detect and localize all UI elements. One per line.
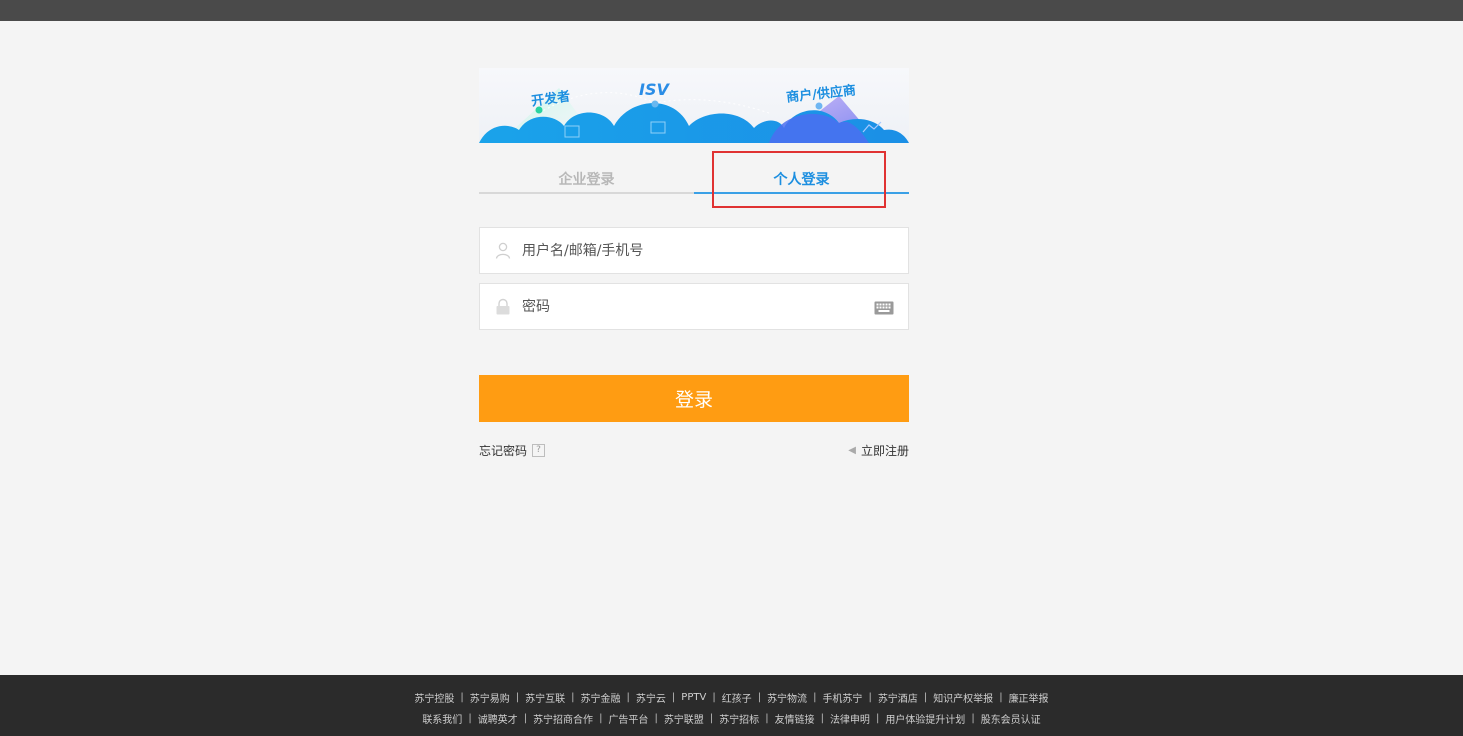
footer-separator: | [654,712,658,724]
footer-link[interactable]: 苏宁招标 [719,711,759,726]
top-bar [0,0,1463,21]
banner-illustration: 开发者 ISV 商户/供应商 [479,68,909,143]
footer-link[interactable]: 法律申明 [830,711,870,726]
login-tabs: 企业登录 个人登录 [479,151,909,208]
footer-link[interactable]: 股东会员认证 [981,711,1041,726]
forgot-password-label: 忘记密码 [479,444,528,458]
arrow-left-icon: ◀ [848,445,856,456]
tab-enterprise-login[interactable]: 企业登录 [479,171,694,194]
footer-separator: | [571,691,575,703]
footer-separator: | [523,712,528,724]
login-links: 忘记密码 ? ◀ 立即注册 [479,442,909,459]
register-link[interactable]: ◀ 立即注册 [848,442,909,459]
banner-label-isv: ISV [639,80,669,99]
login-panel: 开发者 ISV 商户/供应商 企业登录 个人登录 用户名/邮箱/手机号 登录 忘… [479,68,909,459]
footer-link[interactable]: 苏宁物流 [767,690,807,705]
footer-link[interactable]: 苏宁互联 [525,690,565,705]
footer-link[interactable]: 苏宁云 [636,690,666,705]
footer-link[interactable]: 红孩子 [722,690,752,705]
username-field[interactable] [479,227,909,274]
footer-separator: | [757,691,762,703]
footer-link[interactable]: 友情链接 [775,711,815,726]
footer-separator: | [468,712,472,724]
forgot-password-link[interactable]: 忘记密码 ? [479,442,546,459]
footer-separator: | [626,691,630,703]
footer-link[interactable]: 诚聘英才 [478,711,518,726]
login-button[interactable]: 登录 [479,375,909,422]
footer-separator: | [671,691,676,703]
lock-icon [494,298,512,316]
footer-link[interactable]: 联系我们 [422,711,462,726]
footer-separator: | [971,712,975,724]
footer-separator: | [875,712,880,724]
tab-personal-login[interactable]: 个人登录 [694,171,909,194]
footer-links-row-1: 苏宁控股 | 苏宁易购 | 苏宁互联 | 苏宁金融 | 苏宁云 | PPTV | 红孩子 | … [0,690,1463,705]
footer: 苏宁控股 | 苏宁易购 | 苏宁互联 | 苏宁金融 | 苏宁云 | PPTV | 红孩子 | … [0,675,1463,736]
keyboard-icon[interactable] [874,300,894,314]
footer-separator: | [820,712,824,724]
footer-links-row-2: 联系我们 | 诚聘英才 | 苏宁招商合作 | 广告平台 | 苏宁联盟 | 苏宁招标 | 友情… [0,711,1463,726]
footer-separator: | [813,691,817,703]
help-icon[interactable]: ? [532,444,546,457]
footer-separator: | [709,712,714,724]
footer-separator: | [712,691,716,703]
password-input[interactable] [522,284,874,329]
register-label: 立即注册 [860,444,909,458]
footer-separator: | [999,691,1003,703]
password-field[interactable] [479,283,909,330]
footer-separator: | [868,691,872,703]
footer-link[interactable]: 手机苏宁 [822,690,862,705]
footer-separator: | [599,712,603,724]
footer-separator: | [515,691,520,703]
footer-link[interactable]: 苏宁控股 [414,690,454,705]
footer-separator: | [765,712,769,724]
username-input[interactable] [522,228,908,273]
footer-link[interactable]: 廉正举报 [1009,690,1049,705]
footer-link[interactable]: 苏宁酒店 [878,690,918,705]
footer-separator: | [460,691,464,703]
footer-link[interactable]: 苏宁招商合作 [533,711,593,726]
footer-link[interactable]: 苏宁易购 [470,690,510,705]
footer-separator: | [923,691,928,703]
footer-link[interactable]: 用户体验提升计划 [885,711,965,726]
footer-link[interactable]: 苏宁联盟 [664,711,704,726]
footer-link[interactable]: 知识产权举报 [933,690,993,705]
footer-link[interactable]: PPTV [681,692,706,703]
footer-link[interactable]: 广告平台 [608,711,648,726]
user-icon [494,242,512,260]
footer-link[interactable]: 苏宁金融 [581,690,621,705]
